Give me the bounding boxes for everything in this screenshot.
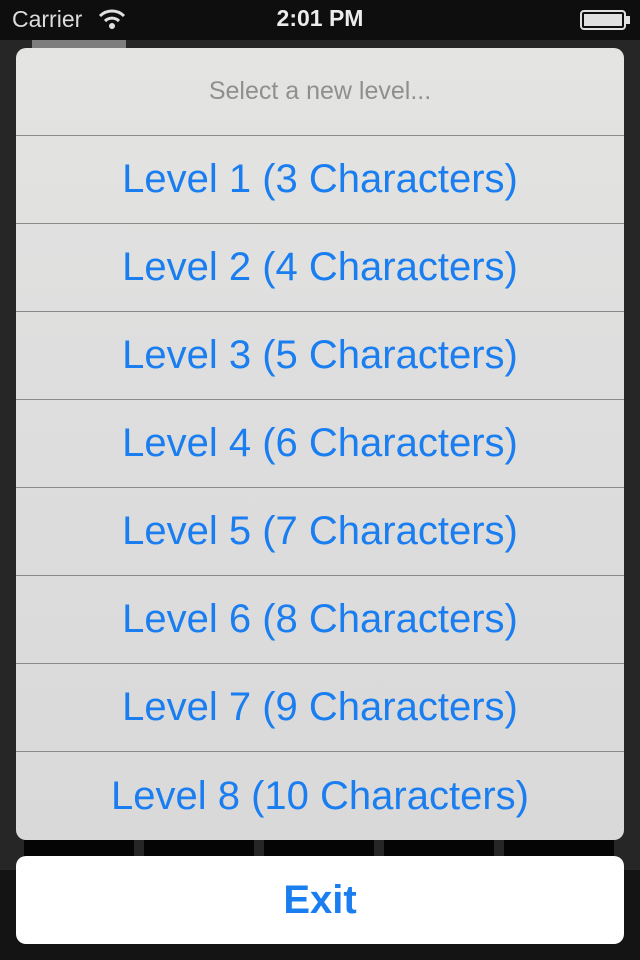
level-2-option[interactable]: Level 2 (4 Characters): [16, 224, 624, 312]
action-sheet-title: Select a new level...: [16, 48, 624, 136]
level-6-option[interactable]: Level 6 (8 Characters): [16, 576, 624, 664]
level-3-option[interactable]: Level 3 (5 Characters): [16, 312, 624, 400]
level-7-option[interactable]: Level 7 (9 Characters): [16, 664, 624, 752]
status-time: 2:01 PM: [276, 5, 364, 31]
level-action-sheet: Select a new level... Level 1 (3 Charact…: [16, 48, 624, 840]
level-8-option[interactable]: Level 8 (10 Characters): [16, 752, 624, 840]
level-1-option[interactable]: Level 1 (3 Characters): [16, 136, 624, 224]
exit-button[interactable]: Exit: [16, 856, 624, 944]
level-5-option[interactable]: Level 5 (7 Characters): [16, 488, 624, 576]
status-bar: Carrier 2:01 PM: [0, 0, 640, 40]
level-4-option[interactable]: Level 4 (6 Characters): [16, 400, 624, 488]
battery-icon: [580, 10, 630, 30]
